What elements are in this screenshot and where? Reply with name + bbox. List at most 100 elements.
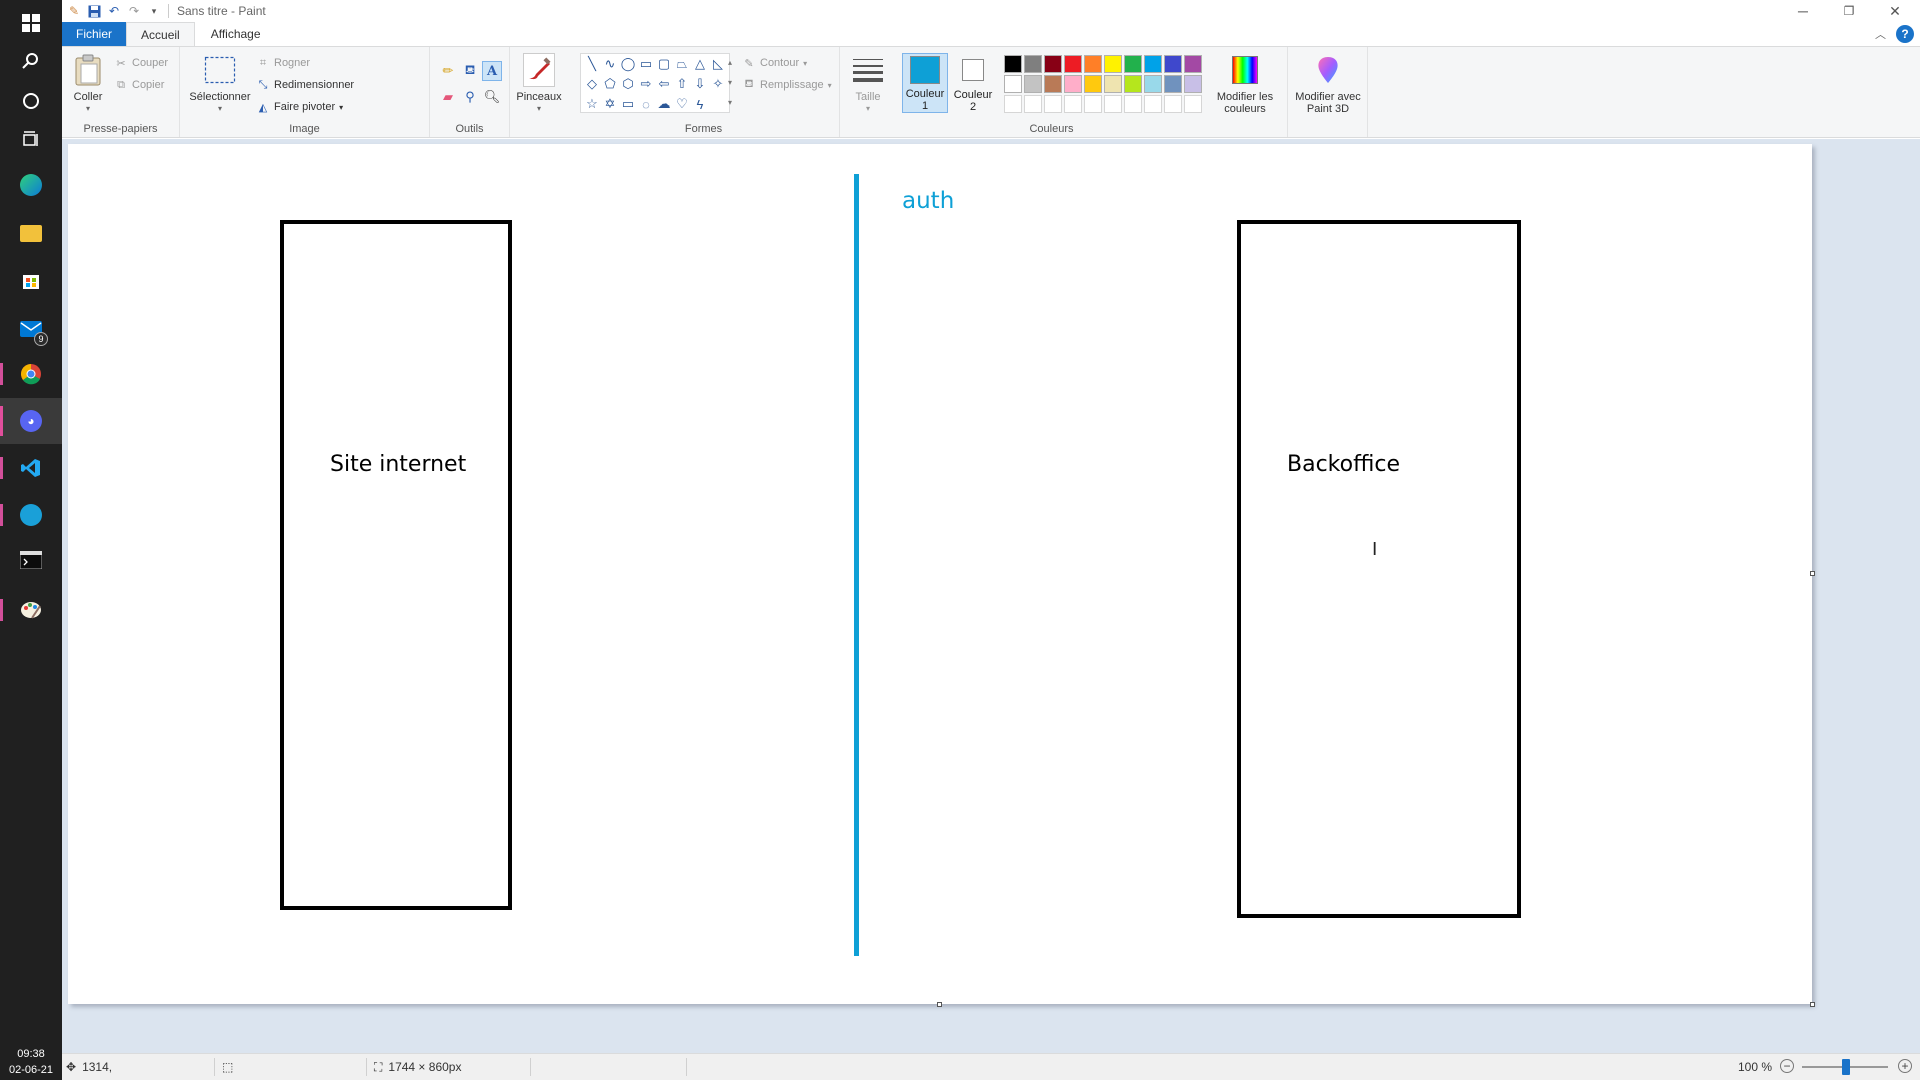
- heart-shape-icon[interactable]: ♡: [673, 94, 691, 114]
- palette-color-swatch[interactable]: [1024, 75, 1042, 93]
- rotate-dropdown-icon[interactable]: ▾: [339, 103, 343, 112]
- color1-button[interactable]: Couleur 1: [902, 53, 948, 113]
- store-icon[interactable]: [0, 257, 62, 303]
- chrome-icon[interactable]: [0, 351, 62, 397]
- cloud-callout-shape-icon[interactable]: ☁: [655, 94, 673, 114]
- select-dropdown-icon[interactable]: ▾: [218, 103, 222, 115]
- palette-custom-slot[interactable]: [1024, 95, 1042, 113]
- outline-dropdown-icon[interactable]: ▾: [803, 59, 807, 68]
- polygon-shape-icon[interactable]: ⏢: [673, 54, 691, 74]
- mail-icon[interactable]: 9: [0, 306, 62, 352]
- tab-view[interactable]: Affichage: [195, 22, 275, 46]
- outline-button[interactable]: ✎ Contour ▾: [742, 54, 807, 72]
- fill-bucket-icon[interactable]: ⛾: [460, 61, 480, 81]
- hexagon-shape-icon[interactable]: ⬡: [619, 74, 637, 94]
- rounded-rectangle-shape-icon[interactable]: ▢: [655, 54, 673, 74]
- rectangle-shape-icon[interactable]: ▭: [637, 54, 655, 74]
- cut-button[interactable]: ✂ Couper: [114, 54, 168, 72]
- resize-button[interactable]: ⤡ Redimensionner: [256, 76, 355, 94]
- palette-color-swatch[interactable]: [1084, 55, 1102, 73]
- magnifier-icon[interactable]: 🔍︎: [482, 87, 502, 107]
- paint-icon[interactable]: [0, 587, 62, 633]
- palette-color-swatch[interactable]: [1144, 75, 1162, 93]
- select-button[interactable]: Sélectionner ▾: [186, 53, 254, 115]
- oval-callout-shape-icon[interactable]: ◌: [637, 94, 655, 114]
- color-picker-icon[interactable]: ⚲: [460, 87, 480, 107]
- down-arrow-shape-icon[interactable]: ⇩: [691, 74, 709, 94]
- zoom-out-icon[interactable]: −: [1780, 1059, 1794, 1073]
- up-arrow-shape-icon[interactable]: ⇧: [673, 74, 691, 94]
- rect-callout-shape-icon[interactable]: ▭: [619, 94, 637, 114]
- four-point-star-shape-icon[interactable]: ✧: [709, 74, 727, 94]
- right-triangle-shape-icon[interactable]: ◺: [709, 54, 727, 74]
- undo-icon[interactable]: ↶: [104, 1, 124, 21]
- palette-custom-slot[interactable]: [1124, 95, 1142, 113]
- task-view-icon[interactable]: [0, 117, 62, 163]
- minimize-icon[interactable]: ─: [1780, 0, 1826, 22]
- left-arrow-shape-icon[interactable]: ⇦: [655, 74, 673, 94]
- tab-file[interactable]: Fichier: [62, 22, 127, 46]
- palette-custom-slot[interactable]: [1164, 95, 1182, 113]
- palette-custom-slot[interactable]: [1044, 95, 1062, 113]
- curve-shape-icon[interactable]: ∿: [601, 54, 619, 74]
- palette-color-swatch[interactable]: [1104, 55, 1122, 73]
- size-button[interactable]: Taille ▾: [844, 53, 892, 115]
- paint-app-icon[interactable]: ✎: [64, 1, 84, 21]
- palette-custom-slot[interactable]: [1184, 95, 1202, 113]
- eraser-icon[interactable]: ▰: [438, 87, 458, 107]
- line-shape-icon[interactable]: ╲: [583, 54, 601, 74]
- fill-dropdown-icon[interactable]: ▾: [828, 81, 832, 90]
- discord-icon[interactable]: ◕: [0, 398, 62, 444]
- edit-colors-button[interactable]: Modifier les couleurs: [1210, 53, 1280, 115]
- palette-color-swatch[interactable]: [1164, 55, 1182, 73]
- restore-icon[interactable]: ❐: [1826, 0, 1872, 22]
- palette-color-swatch[interactable]: [1164, 75, 1182, 93]
- palette-color-swatch[interactable]: [1004, 55, 1022, 73]
- close-icon[interactable]: ✕: [1872, 0, 1918, 22]
- size-dropdown-icon[interactable]: ▾: [866, 103, 870, 115]
- oval-shape-icon[interactable]: ◯: [619, 54, 637, 74]
- palette-color-swatch[interactable]: [1084, 75, 1102, 93]
- color2-button[interactable]: Couleur 2: [950, 53, 996, 113]
- help-icon[interactable]: ?: [1896, 25, 1914, 43]
- triangle-shape-icon[interactable]: △: [691, 54, 709, 74]
- collapse-ribbon-icon[interactable]: ︿: [1875, 26, 1886, 42]
- zoom-in-icon[interactable]: +: [1898, 1059, 1912, 1073]
- six-point-star-shape-icon[interactable]: ✡: [601, 94, 619, 114]
- palette-color-swatch[interactable]: [1104, 75, 1122, 93]
- resize-handle-right[interactable]: [1810, 571, 1815, 576]
- palette-color-swatch[interactable]: [1124, 55, 1142, 73]
- palette-custom-slot[interactable]: [1064, 95, 1082, 113]
- right-arrow-shape-icon[interactable]: ⇨: [637, 74, 655, 94]
- resize-handle-corner[interactable]: [1810, 1002, 1815, 1007]
- brushes-dropdown-icon[interactable]: ▾: [537, 103, 541, 115]
- terminal-icon[interactable]: [0, 537, 62, 583]
- palette-color-swatch[interactable]: [1044, 75, 1062, 93]
- crop-button[interactable]: ⌗ Rogner: [256, 54, 310, 72]
- five-point-star-shape-icon[interactable]: ☆: [583, 94, 601, 114]
- copy-button[interactable]: ⧉ Copier: [114, 76, 164, 94]
- palette-color-swatch[interactable]: [1064, 75, 1082, 93]
- tab-home[interactable]: Accueil: [126, 22, 195, 46]
- shapes-scroll[interactable]: ▴ ▾ ▾: [728, 53, 732, 113]
- palette-color-swatch[interactable]: [1064, 55, 1082, 73]
- brushes-button[interactable]: Pinceaux ▾: [514, 53, 564, 115]
- rotate-button[interactable]: ◭ Faire pivoter ▾: [256, 98, 343, 116]
- palette-color-swatch[interactable]: [1004, 75, 1022, 93]
- taskbar-clock[interactable]: 09:38 02-06-21: [0, 1046, 62, 1078]
- customize-quick-access-icon[interactable]: ▾: [144, 1, 164, 21]
- save-icon[interactable]: [84, 1, 104, 21]
- palette-custom-slot[interactable]: [1084, 95, 1102, 113]
- vscode-icon[interactable]: [0, 445, 62, 491]
- paste-dropdown-icon[interactable]: ▾: [86, 103, 90, 115]
- fill-button[interactable]: ⛾ Remplissage ▾: [742, 76, 832, 94]
- palette-color-swatch[interactable]: [1184, 55, 1202, 73]
- palette-color-swatch[interactable]: [1144, 55, 1162, 73]
- paste-button[interactable]: Coller ▾: [70, 53, 106, 115]
- resize-handle-bottom[interactable]: [937, 1002, 942, 1007]
- app-icon[interactable]: [0, 492, 62, 538]
- palette-color-swatch[interactable]: [1184, 75, 1202, 93]
- palette-custom-slot[interactable]: [1004, 95, 1022, 113]
- pentagon-shape-icon[interactable]: ⬠: [601, 74, 619, 94]
- palette-color-swatch[interactable]: [1024, 55, 1042, 73]
